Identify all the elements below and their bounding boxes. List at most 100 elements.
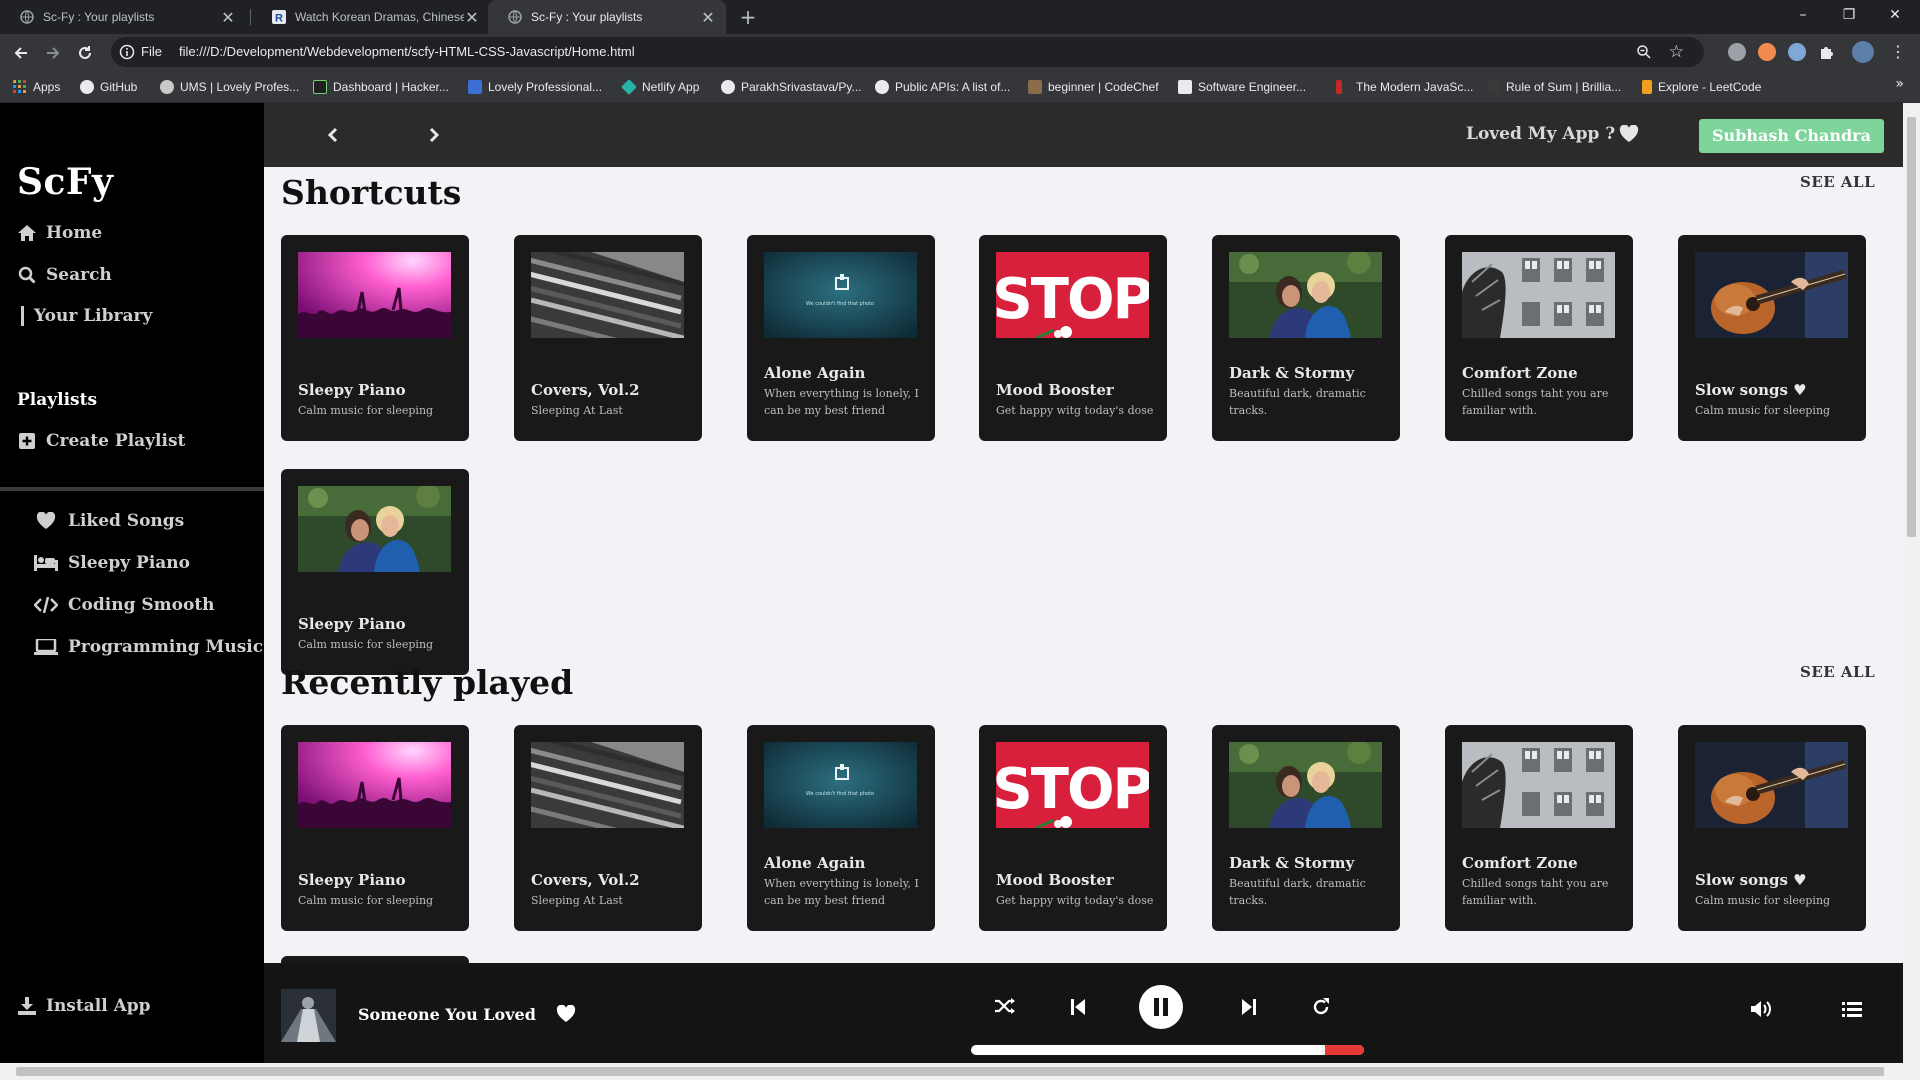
bookmark-item[interactable]: Lovely Professional... bbox=[468, 78, 602, 96]
scrollbar-thumb[interactable] bbox=[16, 1067, 1884, 1076]
card-text: Alone Again When everything is lonely, I … bbox=[764, 364, 925, 419]
love-app-button[interactable] bbox=[1619, 125, 1639, 143]
bookmark-item[interactable]: Dashboard | Hacker... bbox=[313, 78, 449, 96]
r-favicon-icon: R bbox=[272, 10, 286, 24]
history-forward-button[interactable] bbox=[422, 123, 446, 147]
playlist-card[interactable]: Slow songs ♥ Calm music for sleeping bbox=[1678, 725, 1866, 931]
playlist-card[interactable]: Sleepy Piano Calm music for sleeping bbox=[281, 725, 469, 931]
puzzle-icon[interactable] bbox=[1818, 43, 1836, 61]
playlist-card[interactable]: Comfort Zone Chilled songs taht you are f… bbox=[1445, 725, 1633, 931]
playlist-card[interactable]: Sleepy Piano Calm music for sleeping bbox=[281, 469, 469, 675]
bookmark-star-icon[interactable]: ☆ bbox=[1669, 42, 1684, 62]
volume-icon bbox=[1751, 1001, 1771, 1017]
playlist-link-programming-music[interactable]: Programming Music bbox=[34, 637, 263, 657]
playlist-card[interactable]: Slow songs ♥ Calm music for sleeping bbox=[1678, 235, 1866, 441]
like-song-button[interactable] bbox=[556, 1005, 576, 1023]
browser-tab-active[interactable]: Sc-Fy : Your playlists ✕ bbox=[488, 0, 726, 34]
playlist-card[interactable]: Covers, Vol.2 Sleeping At Last bbox=[514, 725, 702, 931]
playlist-card[interactable]: Covers, Vol.2 Sleeping At Last bbox=[514, 235, 702, 441]
horizontal-scrollbar[interactable] bbox=[0, 1063, 1920, 1080]
now-playing-title[interactable]: Someone You Loved bbox=[358, 1005, 536, 1024]
playlist-cover-image bbox=[1695, 742, 1848, 828]
extension-icon[interactable] bbox=[1788, 43, 1806, 61]
minimize-button[interactable]: – bbox=[1780, 0, 1826, 30]
playlist-card[interactable]: STOP Mood Booster Get happy witg today's d… bbox=[979, 725, 1167, 931]
nav-search[interactable]: Search bbox=[17, 265, 112, 285]
see-all-recent-link[interactable]: SEE ALL bbox=[1800, 663, 1875, 681]
user-profile-button[interactable]: Subhash Chandra bbox=[1699, 119, 1884, 153]
profile-avatar[interactable] bbox=[1852, 41, 1874, 63]
playlist-card[interactable]: Sleepy Piano Calm music for sleeping bbox=[281, 235, 469, 441]
nav-your-library[interactable]: Your Library bbox=[17, 306, 152, 326]
bookmark-label: Dashboard | Hacker... bbox=[333, 80, 449, 94]
nav-home[interactable]: Home bbox=[17, 223, 102, 243]
bookmark-item[interactable]: Explore - LeetCode bbox=[1642, 78, 1761, 96]
next-track-button[interactable] bbox=[1241, 998, 1257, 1016]
repeat-button[interactable] bbox=[1311, 997, 1331, 1017]
bookmark-item[interactable]: GitHub bbox=[80, 78, 137, 96]
playlist-card[interactable]: We couldn't find that photo Alone Again Wh… bbox=[747, 725, 935, 931]
playlist-link-liked-songs[interactable]: Liked Songs bbox=[34, 511, 184, 531]
bookmark-item[interactable]: Apps bbox=[13, 78, 60, 96]
playlist-link-sleepy-piano[interactable]: Sleepy Piano bbox=[34, 553, 190, 573]
install-app-button[interactable]: Install App bbox=[17, 996, 151, 1016]
pause-button[interactable] bbox=[1139, 985, 1183, 1029]
playlist-card[interactable]: Comfort Zone Chilled songs taht you are f… bbox=[1445, 235, 1633, 441]
browser-tab[interactable]: Sc-Fy : Your playlists ✕ bbox=[0, 0, 246, 34]
bookmark-label: beginner | CodeChef bbox=[1048, 80, 1159, 94]
restore-button[interactable]: ❐ bbox=[1826, 0, 1872, 30]
player-bar: Someone You Loved bbox=[264, 963, 1903, 1063]
zoom-icon[interactable] bbox=[1636, 44, 1652, 60]
url-text[interactable]: file:///D:/Development/Webdevelopment/sc… bbox=[179, 44, 635, 59]
bookmark-item[interactable]: ParakhSrivastava/Py... bbox=[721, 78, 862, 96]
previous-track-button[interactable] bbox=[1070, 998, 1086, 1016]
info-icon[interactable] bbox=[119, 44, 135, 60]
back-button[interactable] bbox=[8, 40, 34, 66]
bookmark-item[interactable]: Rule of Sum | Brillia... bbox=[1486, 78, 1621, 96]
bookmark-item[interactable]: The Modern JavaSc... bbox=[1336, 78, 1473, 96]
bookmark-item[interactable]: UMS | Lovely Profes... bbox=[160, 78, 299, 96]
new-tab-button[interactable]: + bbox=[736, 5, 760, 29]
see-all-shortcuts-link[interactable]: SEE ALL bbox=[1800, 173, 1875, 191]
playlists-heading: Playlists bbox=[17, 390, 98, 410]
close-tab-icon[interactable]: ✕ bbox=[700, 8, 716, 27]
menu-dots-icon[interactable]: ⋮ bbox=[1890, 42, 1906, 61]
more-bookmarks-icon[interactable]: » bbox=[1895, 76, 1904, 92]
bookmark-item[interactable]: Public APIs: A list of... bbox=[875, 78, 1010, 96]
queue-button[interactable] bbox=[1842, 1001, 1862, 1017]
shuffle-button[interactable] bbox=[994, 997, 1016, 1015]
app-logo[interactable]: ScFy bbox=[17, 161, 113, 203]
playlist-card[interactable]: Dark & Stormy Beautiful dark, dramatic tr… bbox=[1212, 235, 1400, 441]
playlist-card[interactable]: STOP Mood Booster Get happy witg today's d… bbox=[979, 235, 1167, 441]
card-subtitle: Get happy witg today's dose bbox=[996, 404, 1154, 417]
history-back-button[interactable] bbox=[321, 123, 345, 147]
bookmark-item[interactable]: beginner | CodeChef bbox=[1028, 78, 1159, 96]
forward-button[interactable] bbox=[40, 40, 66, 66]
extension-icon[interactable] bbox=[1758, 43, 1776, 61]
close-window-button[interactable]: ✕ bbox=[1872, 0, 1918, 30]
bookmark-item[interactable]: Software Engineer... bbox=[1178, 78, 1306, 96]
playlist-cover-image bbox=[1229, 742, 1382, 828]
brilliant-icon bbox=[1486, 80, 1500, 94]
playlist-card[interactable]: We couldn't find that photo Alone Again Wh… bbox=[747, 235, 935, 441]
browser-toolbar: File file:///D:/Development/Webdevelopme… bbox=[0, 34, 1920, 71]
extension-icon[interactable] bbox=[1728, 43, 1746, 61]
card-title: Covers, Vol.2 bbox=[531, 871, 640, 889]
playlist-card[interactable]: Dark & Stormy Beautiful dark, dramatic tr… bbox=[1212, 725, 1400, 931]
close-tab-icon[interactable]: ✕ bbox=[464, 8, 480, 27]
tab-title: Watch Korean Dramas, Chinese D bbox=[295, 10, 464, 24]
browser-tab[interactable]: R Watch Korean Dramas, Chinese D ✕ bbox=[252, 0, 490, 34]
create-playlist-button[interactable]: Create Playlist bbox=[17, 431, 185, 451]
playlist-link-coding-smooth[interactable]: Coding Smooth bbox=[34, 595, 215, 615]
loved-my-app-label: Loved My App ? bbox=[1466, 124, 1616, 144]
volume-button[interactable] bbox=[1750, 1000, 1772, 1018]
tab-title: Sc-Fy : Your playlists bbox=[531, 10, 643, 24]
playlist-cover-image bbox=[1229, 252, 1382, 338]
vertical-scrollbar[interactable] bbox=[1903, 103, 1920, 1063]
address-bar[interactable]: File file:///D:/Development/Webdevelopme… bbox=[111, 37, 1704, 67]
reload-button[interactable] bbox=[72, 40, 98, 66]
close-tab-icon[interactable]: ✕ bbox=[220, 8, 236, 27]
bookmark-item[interactable]: Netlify App bbox=[621, 78, 699, 96]
playback-progress-bar[interactable] bbox=[971, 1045, 1364, 1055]
scrollbar-thumb[interactable] bbox=[1907, 117, 1916, 537]
